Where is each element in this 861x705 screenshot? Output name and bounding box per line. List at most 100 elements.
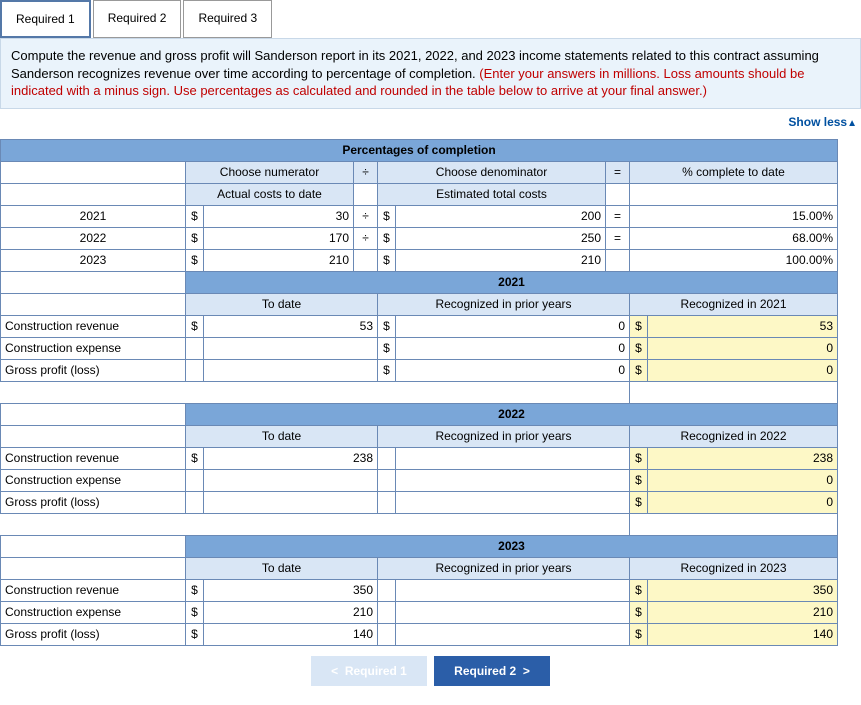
poc-h-numerator[interactable]: Choose numerator — [186, 161, 354, 183]
currency-symbol: $ — [186, 249, 204, 271]
gp-prior-input[interactable]: 0 — [396, 359, 630, 381]
currency-symbol: $ — [378, 227, 396, 249]
exp-recog-2022: 0 — [648, 469, 838, 491]
gp-todate-input[interactable] — [204, 491, 378, 513]
exp-recog-2021: 0 — [648, 337, 838, 359]
next-button[interactable]: Required 2 > — [434, 656, 550, 686]
col-to-date: To date — [186, 425, 378, 447]
gp-todate-input[interactable] — [204, 359, 378, 381]
currency-symbol: $ — [630, 579, 648, 601]
rev-recog-2023: 350 — [648, 579, 838, 601]
poc-denom-input[interactable]: 200 — [396, 205, 606, 227]
poc-op[interactable]: ÷ — [354, 227, 378, 249]
currency-symbol: $ — [378, 359, 396, 381]
currency-symbol — [378, 469, 396, 491]
poc-num-input[interactable]: 210 — [204, 249, 354, 271]
year-header-2023: 2023 — [186, 535, 838, 557]
year-header-2022: 2022 — [186, 403, 838, 425]
row-label-expense: Construction expense — [1, 469, 186, 491]
tab-required-2[interactable]: Required 2 — [93, 0, 182, 38]
gp-recog-2022: 0 — [648, 491, 838, 513]
tab-required-3[interactable]: Required 3 — [183, 0, 272, 38]
exp-prior-input[interactable] — [396, 469, 630, 491]
exp-prior-input[interactable]: 0 — [396, 337, 630, 359]
gp-todate-input[interactable]: 140 — [204, 623, 378, 645]
poc-denom-input[interactable]: 210 — [396, 249, 606, 271]
poc-year: 2022 — [1, 227, 186, 249]
exp-todate-input[interactable]: 210 — [204, 601, 378, 623]
caret-up-icon: ▲ — [847, 118, 857, 129]
currency-symbol: $ — [630, 315, 648, 337]
col-prior: Recognized in prior years — [378, 557, 630, 579]
currency-symbol — [186, 469, 204, 491]
row-label-gp: Gross profit (loss) — [1, 491, 186, 513]
currency-symbol: $ — [186, 227, 204, 249]
year-header-2021: 2021 — [186, 271, 838, 293]
col-prior: Recognized in prior years — [378, 293, 630, 315]
row-label-revenue: Construction revenue — [1, 447, 186, 469]
poc-op[interactable] — [354, 249, 378, 271]
rev-prior-input[interactable] — [396, 579, 630, 601]
gp-prior-input[interactable] — [396, 623, 630, 645]
rev-recog-2021: 53 — [648, 315, 838, 337]
currency-symbol — [378, 491, 396, 513]
exp-prior-input[interactable] — [396, 601, 630, 623]
gp-recog-2023: 140 — [648, 623, 838, 645]
poc-num-input[interactable]: 30 — [204, 205, 354, 227]
currency-symbol: $ — [186, 205, 204, 227]
currency-symbol — [378, 447, 396, 469]
exp-todate-input[interactable] — [204, 337, 378, 359]
currency-symbol — [378, 579, 396, 601]
prev-label: Required 1 — [345, 664, 407, 678]
col-to-date: To date — [186, 557, 378, 579]
chevron-right-icon: > — [523, 664, 530, 678]
tabs-bar: Required 1 Required 2 Required 3 — [0, 0, 861, 38]
poc-h-div: ÷ — [354, 161, 378, 183]
poc-title: Percentages of completion — [1, 139, 838, 161]
currency-symbol: $ — [378, 315, 396, 337]
currency-symbol: $ — [186, 623, 204, 645]
poc-h-denominator[interactable]: Choose denominator — [378, 161, 606, 183]
poc-denom-input[interactable]: 250 — [396, 227, 606, 249]
rev-recog-2022: 238 — [648, 447, 838, 469]
exp-todate-input[interactable] — [204, 469, 378, 491]
poc-eq: = — [606, 227, 630, 249]
chevron-left-icon: < — [331, 664, 338, 678]
poc-num-input[interactable]: 170 — [204, 227, 354, 249]
currency-symbol: $ — [186, 447, 204, 469]
poc-h-eq: = — [606, 161, 630, 183]
currency-symbol — [186, 491, 204, 513]
rev-prior-input[interactable] — [396, 447, 630, 469]
gp-prior-input[interactable] — [396, 491, 630, 513]
currency-symbol — [378, 601, 396, 623]
currency-symbol: $ — [378, 205, 396, 227]
next-label: Required 2 — [454, 664, 516, 678]
poc-year: 2021 — [1, 205, 186, 227]
poc-sub-numerator[interactable]: Actual costs to date — [186, 183, 354, 205]
exp-recog-2023: 210 — [648, 601, 838, 623]
poc-op[interactable]: ÷ — [354, 205, 378, 227]
col-to-date: To date — [186, 293, 378, 315]
poc-pct: 15.00% — [630, 205, 838, 227]
col-recog-2023: Recognized in 2023 — [630, 557, 838, 579]
currency-symbol: $ — [630, 337, 648, 359]
currency-symbol: $ — [630, 469, 648, 491]
nav-buttons: < Required 1 Required 2 > — [0, 646, 861, 696]
rev-todate-input[interactable]: 53 — [204, 315, 378, 337]
row-label-expense: Construction expense — [1, 601, 186, 623]
row-label-revenue: Construction revenue — [1, 315, 186, 337]
poc-pct: 68.00% — [630, 227, 838, 249]
show-less-toggle[interactable]: Show less▲ — [0, 109, 861, 139]
currency-symbol: $ — [186, 315, 204, 337]
rev-prior-input[interactable]: 0 — [396, 315, 630, 337]
poc-sub-denominator[interactable]: Estimated total costs — [378, 183, 606, 205]
currency-symbol: $ — [630, 447, 648, 469]
currency-symbol: $ — [630, 601, 648, 623]
currency-symbol — [186, 337, 204, 359]
row-label-revenue: Construction revenue — [1, 579, 186, 601]
rev-todate-input[interactable]: 350 — [204, 579, 378, 601]
tab-required-1[interactable]: Required 1 — [0, 0, 91, 38]
rev-todate-input[interactable]: 238 — [204, 447, 378, 469]
poc-table: Percentages of completion Choose numerat… — [0, 139, 838, 646]
currency-symbol: $ — [378, 337, 396, 359]
